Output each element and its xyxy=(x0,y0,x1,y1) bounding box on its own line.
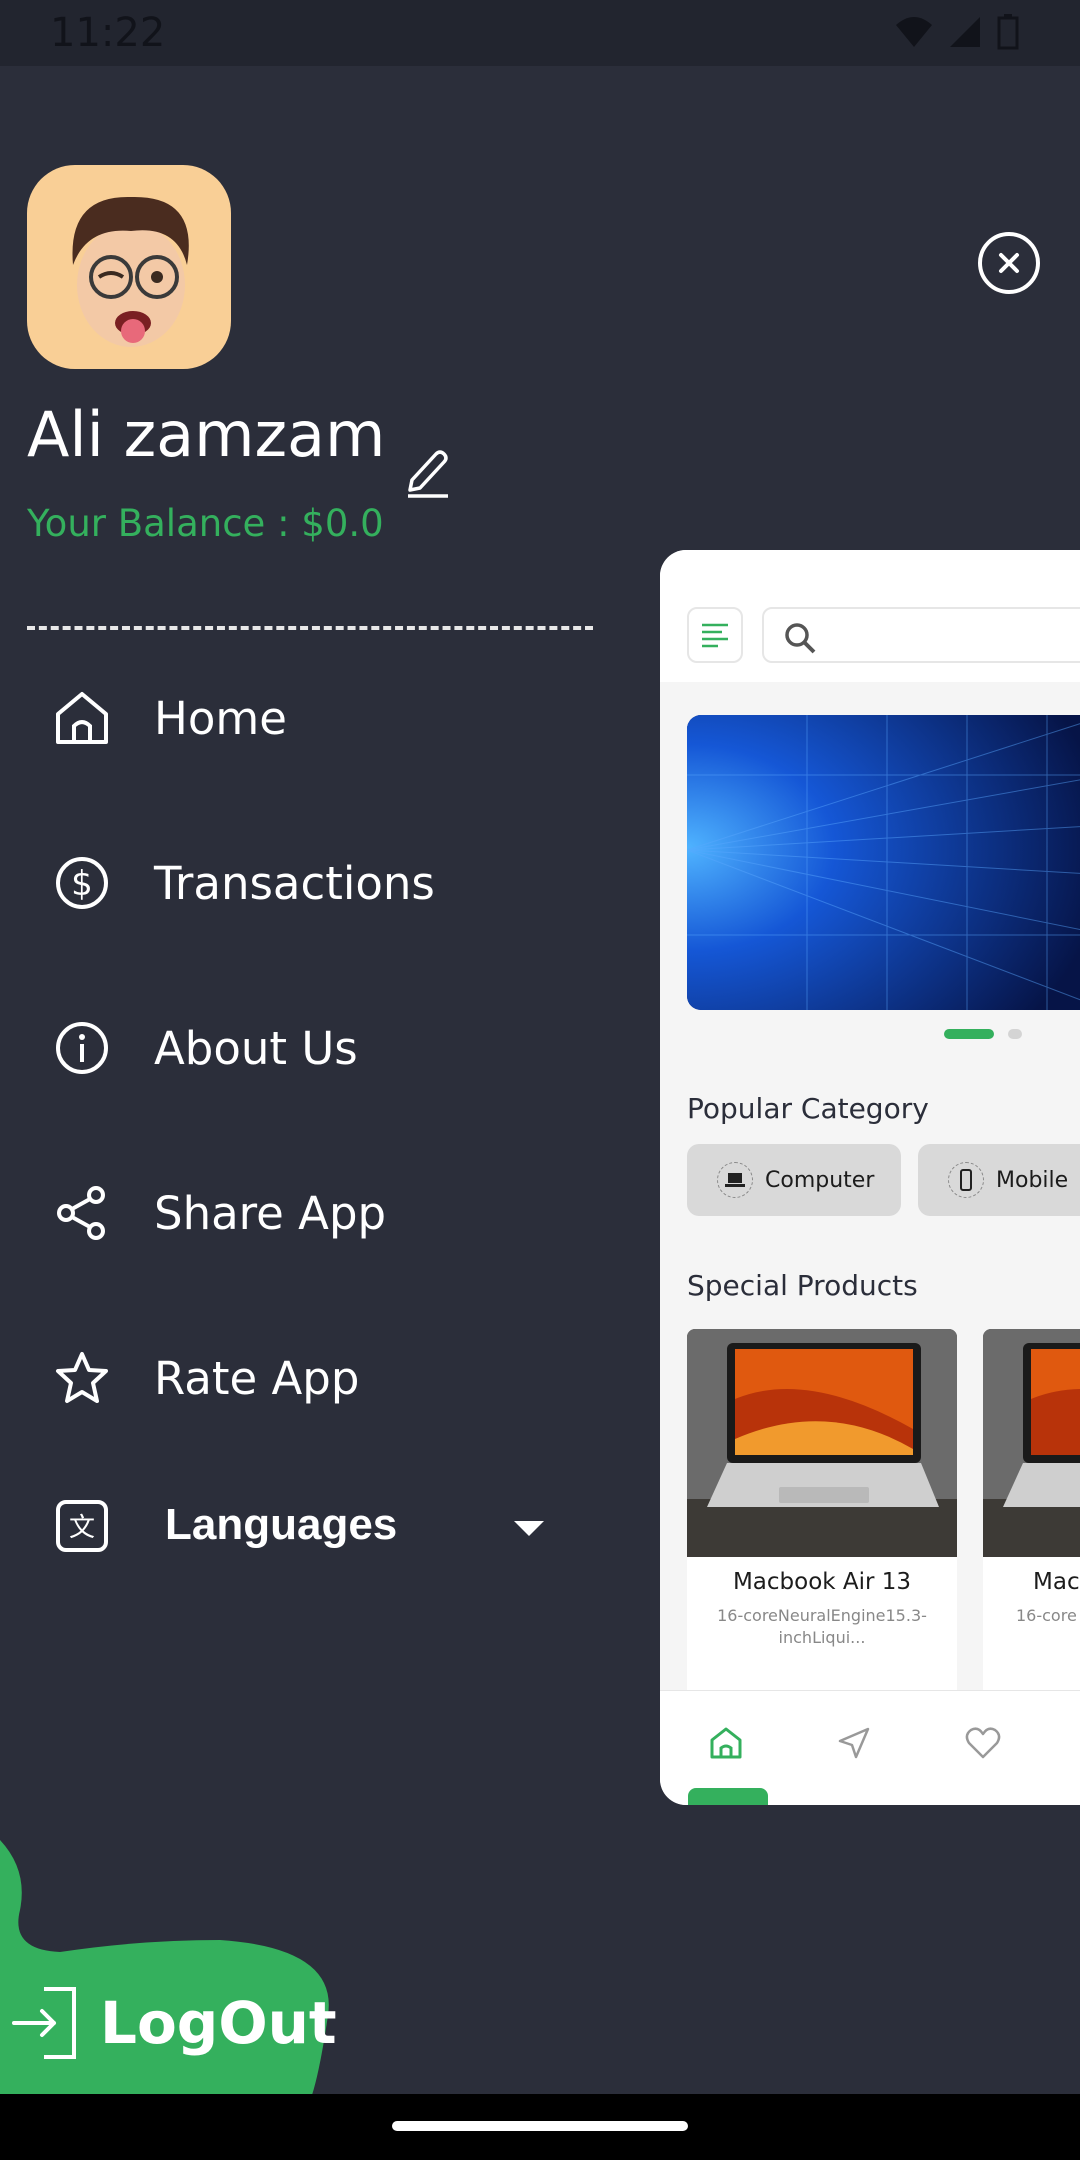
app-preview[interactable]: Popular Category Computer Mobile Special… xyxy=(660,550,1080,1805)
logout-label: LogOut xyxy=(100,1989,337,2057)
heart-icon xyxy=(965,1727,1001,1759)
nav-home[interactable] xyxy=(706,1723,746,1763)
svg-text:文: 文 xyxy=(69,1513,95,1543)
nav-send[interactable] xyxy=(834,1723,874,1763)
category-label: Mobile xyxy=(996,1167,1069,1193)
menu-label-transactions: Transactions xyxy=(154,856,435,910)
dollar-circle-icon: $ xyxy=(50,851,114,915)
menu-lines-icon xyxy=(702,623,728,648)
logout-icon xyxy=(12,1987,76,2059)
languages-dropdown[interactable]: 文 xyxy=(50,1476,114,1576)
search-icon xyxy=(785,623,816,654)
menu-label-about-us: About Us xyxy=(154,1021,358,1075)
info-icon xyxy=(50,1016,114,1080)
product-description: 16-core xyxy=(1016,1606,1077,1625)
send-icon xyxy=(838,1727,870,1759)
menu-item-transactions[interactable]: $ Transactions xyxy=(50,833,435,933)
carousel-dot[interactable] xyxy=(1008,1029,1022,1039)
popular-category-heading: Popular Category xyxy=(687,1092,929,1125)
menu-label-home: Home xyxy=(154,691,287,745)
product-card[interactable]: Macbook Air 13 16-coreNeuralEngine15.3-i… xyxy=(687,1329,957,1729)
home-indicator[interactable] xyxy=(392,2121,688,2131)
languages-label: Languages xyxy=(165,1500,398,1549)
category-chip-mobile[interactable]: Mobile xyxy=(918,1144,1080,1216)
laptop-icon xyxy=(717,1162,753,1198)
menu-item-about-us[interactable]: About Us xyxy=(50,998,358,1098)
wifi-icon xyxy=(896,17,932,47)
preview-banner[interactable] xyxy=(687,715,1080,1010)
category-chip-computer[interactable]: Computer xyxy=(687,1144,901,1216)
avatar xyxy=(27,165,231,369)
nav-active-indicator xyxy=(688,1788,768,1805)
status-icons xyxy=(894,14,1020,50)
menu-label-share-app: Share App xyxy=(154,1186,387,1240)
chevron-down-icon[interactable] xyxy=(514,1521,544,1536)
menu-item-share-app[interactable]: Share App xyxy=(50,1163,386,1263)
menu-item-home[interactable]: Home xyxy=(50,668,287,768)
divider xyxy=(27,626,593,630)
battery-icon xyxy=(997,14,1019,50)
carousel-dot-active[interactable] xyxy=(944,1029,994,1039)
menu-label-rate-app: Rate App xyxy=(154,1351,360,1405)
close-icon xyxy=(999,253,1019,273)
translate-icon: 文 xyxy=(50,1494,114,1558)
special-products-heading: Special Products xyxy=(687,1269,918,1302)
product-description: 16-coreNeuralEngine15.3-inchLiqui... xyxy=(717,1606,927,1647)
close-button[interactable] xyxy=(978,232,1040,294)
home-icon xyxy=(710,1727,742,1759)
product-image xyxy=(983,1329,1080,1557)
phone-icon xyxy=(948,1162,984,1198)
product-card[interactable]: Mac 16-core 99 xyxy=(983,1329,1080,1729)
nav-favorites[interactable] xyxy=(963,1723,1003,1763)
logout-button[interactable]: LogOut xyxy=(10,1985,337,2061)
edit-profile-button[interactable] xyxy=(402,444,452,500)
balance-text: Your Balance : $0.0 xyxy=(27,502,384,545)
product-title: Mac xyxy=(1033,1569,1080,1595)
share-icon xyxy=(50,1181,114,1245)
preview-search-input[interactable] xyxy=(762,607,1080,663)
user-name: Ali zamzam xyxy=(27,398,386,471)
product-title: Macbook Air 13 xyxy=(732,1569,912,1595)
status-bar: 11:22 xyxy=(0,0,1080,66)
home-icon xyxy=(50,686,114,750)
svg-text:$: $ xyxy=(71,864,93,904)
star-icon xyxy=(50,1346,114,1410)
signal-icon xyxy=(950,17,980,47)
category-label: Computer xyxy=(765,1167,875,1193)
pencil-icon xyxy=(408,450,448,498)
status-time: 11:22 xyxy=(50,10,166,56)
product-image xyxy=(687,1329,957,1557)
preview-menu-button[interactable] xyxy=(687,607,743,663)
menu-item-rate-app[interactable]: Rate App xyxy=(50,1328,359,1428)
